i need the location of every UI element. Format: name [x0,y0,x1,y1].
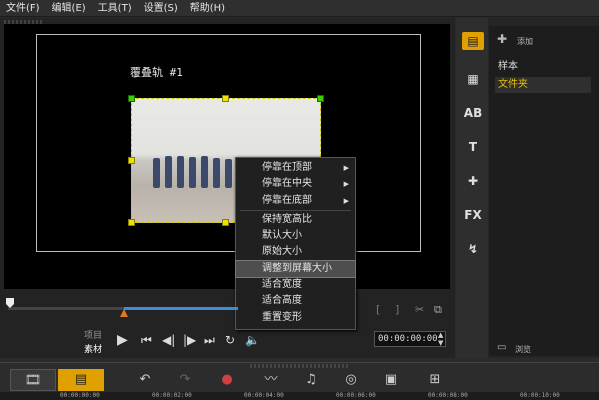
ctx-keep-aspect-ratio[interactable]: 保持宽高比 [236,212,355,228]
submenu-arrow-icon: ▶ [343,164,349,172]
corner-resize-handle[interactable] [128,219,135,226]
resize-handle-bottom[interactable] [222,219,229,226]
submenu-arrow-icon: ▶ [343,180,349,189]
browse-button[interactable]: 浏览 [515,344,531,355]
browse-icon[interactable]: ▭ [497,342,506,353]
audio-mixer-icon[interactable]: 〰 [258,369,284,391]
split-clip-icon[interactable]: ✂ [415,303,424,316]
title-icon[interactable]: T [462,138,484,156]
menu-edit[interactable]: 编辑(E) [48,0,92,17]
overlay-track-label: 覆叠轨 #1 [130,66,183,79]
ruler-tick-label: 00:00:10:00 [520,392,560,399]
record-capture-icon[interactable]: ● [214,369,240,391]
volume-icon[interactable]: 🔈 [245,332,260,348]
corner-distort-handle[interactable] [128,95,135,102]
redo-icon[interactable]: ↷ [172,369,198,391]
auto-music-icon[interactable]: ♫ [298,369,324,391]
ruler-tick-label: 00:00:04:00 [244,392,284,399]
mode-clip[interactable]: 素材 [84,342,102,355]
timecode-field[interactable]: 00:00:00:00 [374,331,446,347]
instant-project-icon[interactable]: ▦ [462,70,484,88]
resize-handle-top[interactable] [222,95,229,102]
ruler-tick-label: 00:00:06:00 [336,392,376,399]
timecode-stepper[interactable]: ▲ ▼ [438,331,443,347]
resize-handle-left[interactable] [128,157,135,164]
undo-icon[interactable]: ↶ [132,369,158,391]
subtitle-editor-icon[interactable]: ▣ [378,369,404,391]
menu-separator [240,209,351,211]
panel-grip[interactable] [250,364,350,368]
transition-icon[interactable]: AB [462,104,484,122]
menu-settings[interactable]: 设置(S) [140,0,184,17]
path-icon[interactable]: ↯ [462,240,484,258]
ctx-dock-center[interactable]: 停靠在中央 ▶ [236,176,355,192]
menu-file[interactable]: 文件(F) [2,0,46,17]
storyboard-view-icon[interactable]: 🎞 [10,369,56,391]
multi-trim-icon[interactable]: ⊞ [422,369,448,391]
home-icon[interactable]: ⏮ [141,332,152,348]
add-folder-button[interactable]: 添加 [517,36,533,47]
mode-project[interactable]: 项目 [84,328,102,341]
mark-out-icon[interactable]: ] [395,303,399,316]
motion-tracking-icon[interactable]: ◎ [338,369,364,391]
end-icon[interactable]: ⏭ [204,332,215,348]
corner-distort-handle[interactable] [317,95,324,102]
ctx-original-size[interactable]: 原始大小 [236,244,355,260]
add-icon[interactable]: ✚ [497,32,507,46]
repeat-icon[interactable]: ↻ [225,332,235,348]
submenu-arrow-icon: ▶ [343,196,349,205]
ctx-dock-top[interactable]: 停靠在顶部 ▶ [236,160,355,176]
library-category-strip: ▤ ▦ AB T ✚ FX ↯ [456,18,488,358]
menu-bar: 文件(F) 编辑(E) 工具(T) 设置(S) 帮助(H) [0,0,599,17]
play-icon[interactable]: ▶ [117,332,128,348]
library-item-samples[interactable]: 样本 [495,59,591,75]
ruler-tick-label: 00:00:02:00 [152,392,192,399]
filter-icon[interactable]: FX [462,206,484,224]
next-frame-icon[interactable]: |▶ [183,332,196,348]
ctx-fit-to-screen[interactable]: 调整到屏幕大小 [235,259,356,279]
menu-help[interactable]: 帮助(H) [186,0,231,17]
ctx-fit-width[interactable]: 适合宽度 [236,277,355,293]
graphic-icon[interactable]: ✚ [462,172,484,190]
timeline-ruler[interactable]: 00:00:00:00 00:00:02:00 00:00:04:00 00:0… [0,392,599,400]
ruler-tick-label: 00:00:08:00 [428,392,468,399]
media-icon[interactable]: ▤ [462,32,484,50]
ctx-default-size[interactable]: 默认大小 [236,228,355,244]
library-item-folder[interactable]: 文件夹 [495,77,591,93]
scrub-bar[interactable]: [ ] ✂ ⧉ [4,295,450,321]
library-list: ✚ 添加 样本 文件夹 ▭ 浏览 [489,26,599,356]
timeline-view-icon[interactable]: ▤ [58,369,104,391]
enlarge-preview-icon[interactable]: ⧉ [434,303,442,317]
trim-marker-icon[interactable] [120,309,128,317]
ruler-tick-label: 00:00:00:00 [60,392,100,399]
ctx-dock-bottom[interactable]: 停靠在底部 ▶ [236,193,355,209]
previous-frame-icon[interactable]: ◀| [162,332,175,348]
mark-in-icon[interactable]: [ [376,303,380,316]
menu-tools[interactable]: 工具(T) [94,0,138,17]
